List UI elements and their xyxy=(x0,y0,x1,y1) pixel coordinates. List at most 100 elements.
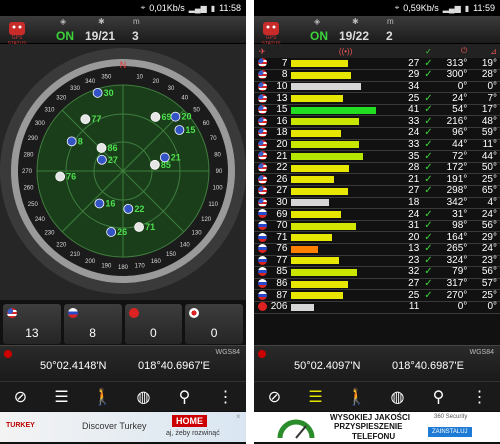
elevation-header-icon: ⊿ xyxy=(469,44,500,58)
prn-cell: 10 xyxy=(270,81,290,94)
azimuth-cell: 313° xyxy=(434,58,470,71)
clock: 11:59 xyxy=(473,3,495,13)
usa-flag-icon xyxy=(254,104,271,117)
used-check-icon: ✓ xyxy=(422,208,435,221)
map-pin-icon[interactable]: ⚲ xyxy=(173,385,197,409)
degree-label: 190 xyxy=(101,264,112,270)
prn-header xyxy=(270,44,290,58)
russia-flag-icon xyxy=(254,220,271,233)
table-row: 21 35 ✓ 72° 44° xyxy=(254,150,500,163)
snr-cell: 33 xyxy=(401,139,423,152)
snr-cell: 27 xyxy=(401,278,423,291)
table-row: 70 31 ✓ 98° 56° xyxy=(254,220,500,233)
signal-bar xyxy=(291,164,349,172)
elevation-cell: 24° xyxy=(469,243,500,256)
prn-cell: 77 xyxy=(270,255,290,268)
prn-cell: 18 xyxy=(270,127,290,140)
used-check-icon: ✓ xyxy=(422,138,435,152)
snr-cell: 41 xyxy=(401,104,423,117)
signal-bar xyxy=(291,106,376,114)
degree-label: 70 xyxy=(210,136,217,142)
degree-label: 110 xyxy=(208,202,218,208)
russia-flag-icon xyxy=(254,266,271,279)
snr-cell: 27 xyxy=(401,185,423,198)
prn-cell: 15 xyxy=(270,104,290,117)
usa-flag-icon xyxy=(254,92,271,105)
ad-close-icon[interactable]: × xyxy=(236,412,241,421)
elevation-cell: 44° xyxy=(469,150,500,163)
overflow-menu-icon[interactable]: ⋮ xyxy=(468,385,492,409)
signal-bar xyxy=(291,257,339,265)
azimuth-cell: 79° xyxy=(434,266,470,279)
russia-flag-icon xyxy=(55,171,66,182)
elevation-cell: 57° xyxy=(469,278,500,291)
data-rate: 0,01Kb/s xyxy=(149,3,185,13)
prn-cell: 27 xyxy=(270,185,290,198)
degree-label: 90 xyxy=(216,169,223,175)
walk-icon[interactable]: 🚶 xyxy=(91,385,115,409)
usa-flag-icon xyxy=(97,154,107,165)
globe-icon[interactable]: ◍ xyxy=(132,385,156,409)
ad-install-button[interactable]: ZAINSTALUJ xyxy=(428,427,472,437)
accuracy-label: m xyxy=(387,17,394,26)
north-marker: N xyxy=(120,60,127,70)
prn-cell: 26 xyxy=(270,173,290,187)
satellite-prn-label: 76 xyxy=(66,171,76,181)
russia-flag-icon xyxy=(254,278,271,291)
table-row: 87 25 ✓ 270° 25° xyxy=(254,289,500,302)
azimuth-cell: 98° xyxy=(434,220,470,233)
degree-label: 150 xyxy=(166,252,177,258)
degree-label: 140 xyxy=(180,243,191,249)
satellite-prn-label: 15 xyxy=(185,125,195,135)
degree-label: 270 xyxy=(22,169,33,175)
satellite-header-icon: ✈ xyxy=(254,44,271,58)
signal-bar-cell xyxy=(289,115,402,129)
signal-bars-icon[interactable]: ☰ xyxy=(304,385,328,409)
overflow-menu-icon[interactable]: ⋮ xyxy=(214,385,238,409)
degree-label: 60 xyxy=(203,121,210,127)
satellite-marker: 16 xyxy=(94,198,115,208)
longitude: 018°40.6967'E xyxy=(138,360,210,372)
signal-bar-cell xyxy=(289,150,402,163)
signal-bar-cell xyxy=(289,220,402,233)
ad-brand: 360 Security xyxy=(434,414,468,420)
ad-banner[interactable]: WYSOKIEJ JAKOŚCI PRZYSPIESZENIE TELEFONU… xyxy=(254,412,500,442)
used-check-icon: ✓ xyxy=(422,127,435,140)
signal-bars-icon[interactable]: ☰ xyxy=(50,385,74,409)
table-row: 206 11 0° 0° xyxy=(254,301,500,314)
used-check-icon: ✓ xyxy=(422,150,435,163)
prn-cell: 69 xyxy=(270,208,290,221)
compass-icon[interactable]: ⊘ xyxy=(263,385,287,409)
azimuth-cell: 72° xyxy=(434,150,470,163)
satellite-prn-label: 16 xyxy=(105,198,115,208)
ad-banner[interactable]: TURKEY Discover Turkey HOME aj, żeby roz… xyxy=(0,412,246,442)
constellation-counts: 13 8 0 0 xyxy=(0,302,246,346)
usa-flag-icon xyxy=(254,150,271,163)
signal-bar-cell xyxy=(289,255,402,268)
azimuth-cell: 298° xyxy=(434,185,470,198)
satellite-marker: 20 xyxy=(170,112,191,122)
table-row: 30 18 342° 4° xyxy=(254,197,500,210)
map-pin-icon[interactable]: ⚲ xyxy=(427,385,451,409)
used-check-icon xyxy=(422,301,435,314)
prn-cell: 21 xyxy=(270,150,290,163)
signal-bar xyxy=(291,129,341,137)
accuracy: 2 xyxy=(386,29,393,43)
walk-icon[interactable]: 🚶 xyxy=(345,385,369,409)
compass-icon[interactable]: ⊘ xyxy=(9,385,33,409)
prn-cell: 16 xyxy=(270,115,290,129)
satellite-prn-label: 20 xyxy=(181,112,191,122)
ad-logo: TURKEY xyxy=(6,422,35,429)
sat-count: 19/22 xyxy=(339,29,370,43)
degree-label: 250 xyxy=(28,202,39,208)
ad-text: Discover Turkey xyxy=(82,421,147,431)
elevation-cell: 29° xyxy=(469,231,500,244)
japan-flag-icon xyxy=(189,308,200,318)
table-header: ✈ ((•)) ✓ ⏻ ⊿ xyxy=(254,44,500,58)
used-check-icon: ✓ xyxy=(422,92,435,105)
signal-bar xyxy=(291,292,344,300)
elevation-cell: 4° xyxy=(469,197,500,210)
signal-bar xyxy=(291,60,348,68)
globe-icon[interactable]: ◍ xyxy=(386,385,410,409)
table-row: 8 29 ✓ 300° 28° xyxy=(254,69,500,82)
